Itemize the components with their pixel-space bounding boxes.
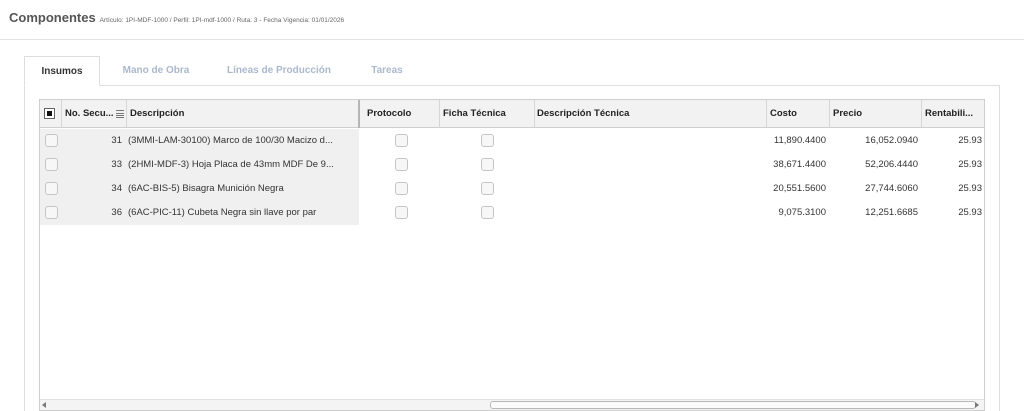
col-header-costo[interactable]: Costo [767,100,830,128]
col-header-descripcion-tecnica[interactable]: Descripción Técnica [535,100,767,128]
ficha-tecnica-checkbox[interactable] [481,182,494,195]
col-header-precio[interactable]: Precio [830,100,922,128]
col-header-descripcion[interactable]: Descripción [127,100,360,128]
cell-costo: 20,551.5600 [773,183,826,194]
cell-precio: 16,052.0940 [865,135,918,146]
cell-rentabilidad: 25.93 [958,159,982,170]
tab-tareas[interactable]: Tareas [354,56,420,86]
col-header-protocolo[interactable]: Protocolo [362,100,440,128]
table-row[interactable]: 33 (2HMI-MDF-3) Hoja Placa de 43mm MDF D… [40,153,984,177]
table-row[interactable]: 34 (6AC-BIS-5) Bisagra Munición Negra 20… [40,177,984,201]
select-all-checkbox[interactable] [44,108,55,119]
components-grid: No. Secu... Descripción Protocolo Ficha … [39,99,985,411]
page-subtitle: Artículo: 1PI-MDF-1000 / Perfil: 1PI-mdf… [99,17,345,24]
cell-precio: 27,744.6060 [865,183,918,194]
tab-bar: Insumos Mano de Obra Líneas de Producció… [24,56,1000,86]
cell-precio: 12,251.6685 [865,207,918,218]
cell-rentabilidad: 25.93 [958,183,982,194]
select-all-cell [40,100,62,128]
cell-seq: 34 [111,183,122,194]
table-row[interactable]: 36 (6AC-PIC-11) Cubeta Negra sin llave p… [40,201,984,225]
cell-costo: 11,890.4400 [773,135,826,146]
tab-lineas-de-produccion[interactable]: Líneas de Producción [214,56,344,86]
row-select-checkbox[interactable] [45,158,58,171]
cell-descripcion-tecnica [537,201,765,225]
cell-rentabilidad: 25.93 [958,207,982,218]
ficha-tecnica-checkbox[interactable] [481,206,494,219]
cell-seq: 36 [111,207,122,218]
page-header: Componentes Artículo: 1PI-MDF-1000 / Perf… [0,0,1024,40]
protocolo-checkbox[interactable] [395,206,408,219]
ficha-tecnica-checkbox[interactable] [481,134,494,147]
table-row[interactable]: 31 (3MMI-LAM-30100) Marco de 100/30 Maci… [40,129,984,153]
cell-costo: 38,671.4400 [773,159,826,170]
protocolo-checkbox[interactable] [395,182,408,195]
cell-costo: 9,075.3100 [778,207,826,218]
cell-descripcion: (6AC-PIC-11) Cubeta Negra sin llave por … [128,207,317,218]
column-menu-icon[interactable] [116,110,124,118]
cell-seq: 31 [111,135,122,146]
scroll-left-icon[interactable] [42,402,46,408]
row-select-checkbox[interactable] [45,206,58,219]
cell-descripcion: (6AC-BIS-5) Bisagra Munición Negra [128,183,284,194]
page-title: Componentes Artículo: 1PI-MDF-1000 / Perf… [9,10,344,25]
row-select-checkbox[interactable] [45,134,58,147]
cell-seq: 33 [111,159,122,170]
protocolo-checkbox[interactable] [395,158,408,171]
cell-descripcion-tecnica [537,177,765,201]
cell-descripcion: (2HMI-MDF-3) Hoja Placa de 43mm MDF De 9… [128,159,334,170]
cell-precio: 52,206.4440 [865,159,918,170]
cell-descripcion: (3MMI-LAM-30100) Marco de 100/30 Macizo … [128,135,333,146]
col-header-ficha-tecnica[interactable]: Ficha Técnica [440,100,535,128]
scroll-right-icon[interactable] [975,402,979,408]
ficha-tecnica-checkbox[interactable] [481,158,494,171]
cell-descripcion-tecnica [537,153,765,177]
protocolo-checkbox[interactable] [395,134,408,147]
cell-rentabilidad: 25.93 [958,135,982,146]
horizontal-scrollbar[interactable] [40,399,984,410]
grid-header: No. Secu... Descripción Protocolo Ficha … [40,100,984,128]
scrollbar-thumb[interactable] [490,401,976,409]
cell-descripcion-tecnica [537,129,765,153]
row-select-checkbox[interactable] [45,182,58,195]
tab-mano-de-obra[interactable]: Mano de Obra [104,56,208,86]
page-title-text: Componentes [9,10,96,25]
col-header-rentabilidad[interactable]: Rentabili... [922,100,984,128]
tab-insumos[interactable]: Insumos [24,56,100,86]
